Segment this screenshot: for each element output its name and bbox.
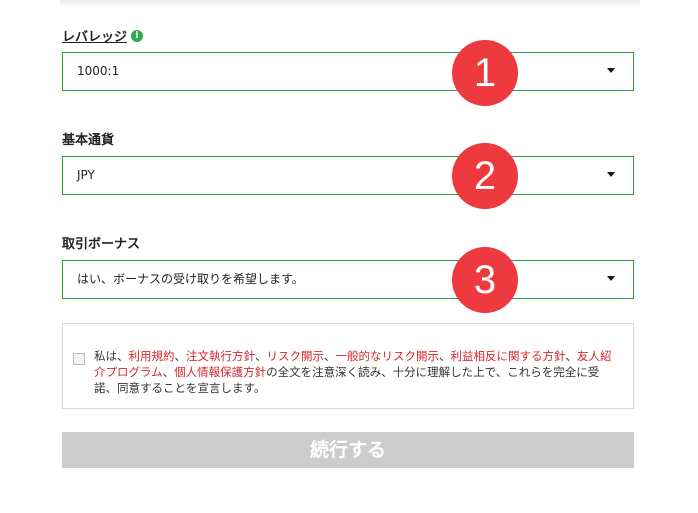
base-currency-label: 基本通貨 [62,133,115,148]
terms-separator: 、 [565,349,578,363]
bonus-label-row: 取引ボーナス [62,233,140,252]
terms-prefix: 私は、 [94,349,129,363]
bonus-select[interactable]: はい、ボーナスの受け取りを希望します。 [62,260,634,299]
terms-separator: 、 [255,349,267,363]
terms-separator: 、 [439,349,451,363]
leverage-value: 1000:1 [77,64,120,78]
leverage-select[interactable]: 1000:1 [62,52,634,91]
dropdown-arrow-icon [607,276,615,281]
link-risk-disclosure[interactable]: リスク開示 [267,349,325,363]
continue-button[interactable]: 続行する [62,432,634,468]
base-currency-select[interactable]: JPY [62,156,634,195]
terms-separator: 、 [162,365,175,379]
terms-box: 私は、利用規約、注文執行方針、リスク開示、一般的なリスク開示、利益相反に関する方… [62,323,634,409]
link-order-execution-policy[interactable]: 注文執行方針 [186,349,255,363]
info-icon[interactable]: i [131,29,144,42]
dropdown-arrow-icon [607,68,615,73]
step-badge-3: 3 [452,247,518,313]
link-terms-of-use[interactable]: 利用規約 [129,349,175,363]
base-currency-value: JPY [77,168,95,182]
top-shadow [60,0,640,8]
terms-checkbox[interactable] [73,353,85,365]
terms-separator: 、 [174,349,187,363]
leverage-label-row: レバレッジ i [62,26,144,45]
link-general-risk-disclosure[interactable]: 一般的なリスク開示 [336,349,440,363]
dropdown-arrow-icon [607,172,615,177]
terms-text: 私は、利用規約、注文執行方針、リスク開示、一般的なリスク開示、利益相反に関する方… [94,348,614,396]
link-conflict-of-interest-policy[interactable]: 利益相反に関する方針 [451,349,566,363]
terms-separator: 、 [324,349,336,363]
leverage-label: レバレッジ [62,30,128,45]
step-badge-2: 2 [452,143,518,209]
link-privacy-policy[interactable]: 個人情報保護方針 [174,365,266,379]
bonus-value: はい、ボーナスの受け取りを希望します。 [77,272,304,286]
step-badge-1: 1 [452,40,518,106]
base-currency-label-row: 基本通貨 [62,129,114,148]
bonus-label: 取引ボーナス [62,237,141,252]
